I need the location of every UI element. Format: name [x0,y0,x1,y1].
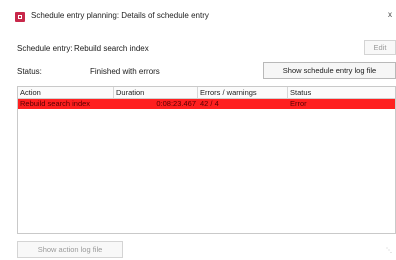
cell-errors: 42 / 4 [200,99,219,108]
show-action-log-button[interactable]: Show action log file [17,241,123,258]
window-title: Schedule entry planning: Details of sche… [31,11,209,20]
app-icon [15,12,25,22]
status-value: Finished with errors [90,67,160,76]
status-label: Status: [17,67,42,76]
actions-table[interactable]: Action Duration Errors / warnings Status… [17,86,396,234]
close-button[interactable]: x [388,10,392,19]
schedule-entry-label: Schedule entry: [17,44,73,53]
show-schedule-log-button[interactable]: Show schedule entry log file [263,62,396,79]
table-header: Action Duration Errors / warnings Status [18,87,395,99]
cell-status: Error [290,99,307,108]
column-header-action[interactable]: Action [18,87,114,98]
column-header-errors[interactable]: Errors / warnings [198,87,288,98]
title-bar: Schedule entry planning: Details of sche… [0,0,396,32]
schedule-entry-value: Rebuild search index [74,44,149,53]
column-header-status[interactable]: Status [288,87,395,98]
cell-action: Rebuild search index [20,99,91,108]
resize-grip-icon[interactable]: ⋱ [386,248,392,254]
table-row[interactable]: Rebuild search index 0:08:23.467 42 / 4 … [18,99,395,109]
edit-button[interactable]: Edit [364,40,396,55]
column-header-duration[interactable]: Duration [114,87,198,98]
cell-duration: 0:08:23.467 [156,99,196,108]
